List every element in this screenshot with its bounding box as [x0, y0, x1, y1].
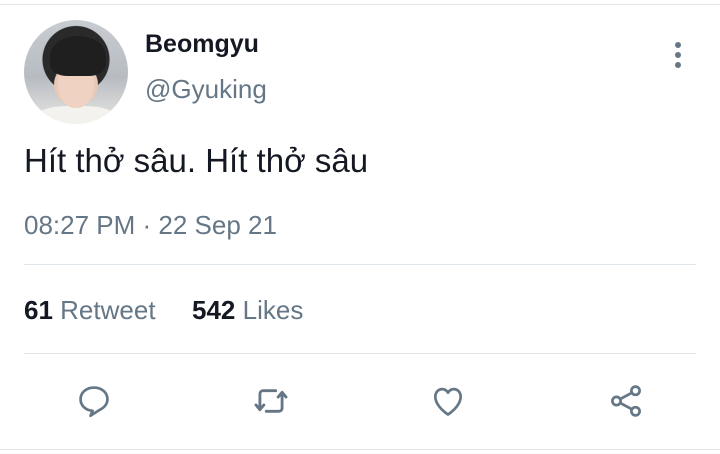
like-label[interactable]: Likes	[243, 295, 304, 325]
reply-icon[interactable]	[74, 381, 114, 421]
share-icon[interactable]	[606, 381, 646, 421]
top-border	[0, 4, 720, 5]
like-count[interactable]: 542	[192, 295, 235, 325]
tweet-timestamp[interactable]: 08:27 PM · 22 Sep 21	[24, 210, 277, 241]
retweet-icon[interactable]	[251, 381, 291, 421]
display-name[interactable]: Beomgyu	[145, 30, 259, 59]
bottom-border	[0, 449, 720, 450]
more-options-icon[interactable]	[671, 40, 685, 70]
tweet-text: Hít thở sâu. Hít thở sâu	[24, 142, 369, 179]
avatar-hair	[50, 36, 106, 76]
divider	[24, 353, 696, 354]
tweet-stats: 61 Retweet 542 Likes	[24, 295, 303, 326]
like-icon[interactable]	[428, 381, 468, 421]
divider	[24, 264, 696, 265]
user-handle[interactable]: @Gyuking	[145, 74, 267, 105]
avatar-shirt	[34, 106, 118, 124]
retweet-label[interactable]: Retweet	[60, 295, 155, 325]
retweet-count[interactable]: 61	[24, 295, 53, 325]
avatar[interactable]	[24, 20, 128, 124]
